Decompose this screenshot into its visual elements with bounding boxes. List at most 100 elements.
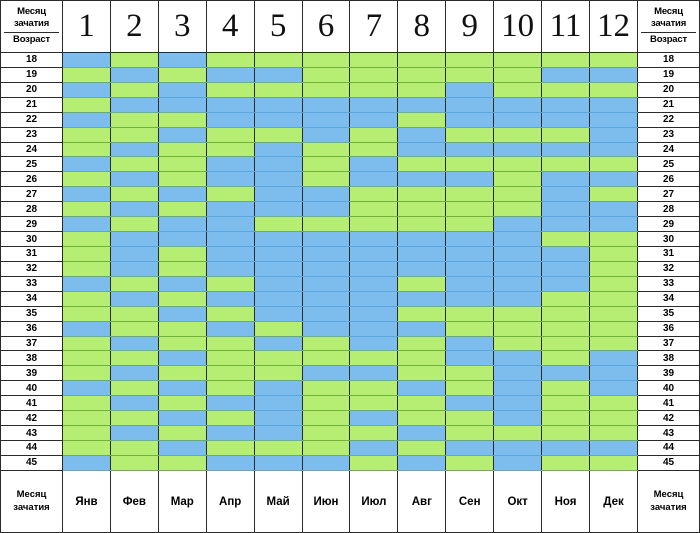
prediction-cell[interactable] [62, 365, 111, 382]
prediction-cell[interactable] [445, 141, 495, 158]
prediction-cell[interactable] [301, 216, 351, 233]
month-name-cell-dec[interactable]: Дек [588, 470, 639, 533]
prediction-cell[interactable] [205, 111, 255, 128]
prediction-cell[interactable] [301, 245, 351, 262]
prediction-cell[interactable] [253, 245, 303, 262]
prediction-cell[interactable] [349, 66, 399, 83]
prediction-cell[interactable] [588, 111, 639, 128]
prediction-cell[interactable] [205, 290, 255, 307]
prediction-cell[interactable] [493, 410, 543, 427]
prediction-cell[interactable] [109, 305, 159, 322]
prediction-cell[interactable] [349, 395, 399, 412]
prediction-cell[interactable] [588, 245, 639, 262]
prediction-cell[interactable] [62, 96, 111, 113]
prediction-cell[interactable] [588, 81, 639, 98]
prediction-cell[interactable] [109, 186, 159, 203]
prediction-cell[interactable] [157, 454, 207, 472]
prediction-cell[interactable] [349, 380, 399, 397]
prediction-cell[interactable] [157, 81, 207, 98]
prediction-cell[interactable] [157, 231, 207, 247]
prediction-cell[interactable] [253, 96, 303, 113]
prediction-cell[interactable] [397, 52, 447, 68]
prediction-cell[interactable] [205, 231, 255, 247]
prediction-cell[interactable] [349, 260, 399, 277]
prediction-cell[interactable] [157, 320, 207, 337]
prediction-cell[interactable] [109, 290, 159, 307]
prediction-cell[interactable] [253, 365, 303, 382]
prediction-cell[interactable] [62, 260, 111, 277]
prediction-cell[interactable] [445, 171, 495, 188]
month-name-cell-jan[interactable]: Янв [62, 470, 111, 533]
prediction-cell[interactable] [62, 380, 111, 397]
prediction-cell[interactable] [157, 216, 207, 233]
prediction-cell[interactable] [109, 260, 159, 277]
prediction-cell[interactable] [588, 305, 639, 322]
prediction-cell[interactable] [541, 141, 590, 158]
prediction-cell[interactable] [588, 335, 639, 352]
prediction-cell[interactable] [253, 171, 303, 188]
prediction-cell[interactable] [541, 216, 590, 233]
prediction-cell[interactable] [109, 66, 159, 83]
prediction-cell[interactable] [253, 216, 303, 233]
prediction-cell[interactable] [493, 111, 543, 128]
prediction-cell[interactable] [397, 216, 447, 233]
prediction-cell[interactable] [62, 216, 111, 233]
prediction-cell[interactable] [445, 216, 495, 233]
prediction-cell[interactable] [253, 350, 303, 367]
prediction-cell[interactable] [62, 305, 111, 322]
prediction-cell[interactable] [445, 425, 495, 441]
prediction-cell[interactable] [301, 52, 351, 68]
prediction-cell[interactable] [205, 66, 255, 83]
prediction-cell[interactable] [493, 425, 543, 441]
prediction-cell[interactable] [253, 156, 303, 173]
prediction-cell[interactable] [109, 320, 159, 337]
prediction-cell[interactable] [541, 186, 590, 203]
prediction-cell[interactable] [253, 380, 303, 397]
prediction-cell[interactable] [349, 171, 399, 188]
prediction-cell[interactable] [109, 216, 159, 233]
prediction-cell[interactable] [349, 320, 399, 337]
prediction-cell[interactable] [62, 439, 111, 456]
month-number-header-2[interactable]: 2 [109, 0, 159, 53]
month-name-cell-sep[interactable]: Сен [445, 470, 495, 533]
prediction-cell[interactable] [301, 96, 351, 113]
prediction-cell[interactable] [349, 52, 399, 68]
prediction-cell[interactable] [541, 231, 590, 247]
prediction-cell[interactable] [541, 260, 590, 277]
prediction-cell[interactable] [205, 350, 255, 367]
prediction-cell[interactable] [541, 320, 590, 337]
prediction-cell[interactable] [109, 395, 159, 412]
prediction-cell[interactable] [541, 96, 590, 113]
prediction-cell[interactable] [541, 66, 590, 83]
prediction-cell[interactable] [397, 380, 447, 397]
prediction-cell[interactable] [62, 454, 111, 472]
prediction-cell[interactable] [253, 126, 303, 143]
prediction-cell[interactable] [109, 231, 159, 247]
prediction-cell[interactable] [445, 335, 495, 352]
prediction-cell[interactable] [205, 335, 255, 352]
prediction-cell[interactable] [157, 275, 207, 292]
prediction-cell[interactable] [445, 111, 495, 128]
prediction-cell[interactable] [397, 335, 447, 352]
prediction-cell[interactable] [205, 186, 255, 203]
prediction-cell[interactable] [253, 439, 303, 456]
prediction-cell[interactable] [205, 156, 255, 173]
prediction-cell[interactable] [397, 305, 447, 322]
prediction-cell[interactable] [62, 335, 111, 352]
prediction-cell[interactable] [109, 126, 159, 143]
prediction-cell[interactable] [109, 245, 159, 262]
prediction-cell[interactable] [301, 66, 351, 83]
prediction-cell[interactable] [253, 231, 303, 247]
prediction-cell[interactable] [301, 425, 351, 441]
month-name-cell-nov[interactable]: Ноя [541, 470, 590, 533]
prediction-cell[interactable] [205, 454, 255, 472]
prediction-cell[interactable] [493, 171, 543, 188]
prediction-cell[interactable] [109, 52, 159, 68]
prediction-cell[interactable] [588, 395, 639, 412]
prediction-cell[interactable] [397, 425, 447, 441]
prediction-cell[interactable] [588, 260, 639, 277]
prediction-cell[interactable] [253, 81, 303, 98]
prediction-cell[interactable] [397, 111, 447, 128]
prediction-cell[interactable] [205, 410, 255, 427]
prediction-cell[interactable] [397, 126, 447, 143]
